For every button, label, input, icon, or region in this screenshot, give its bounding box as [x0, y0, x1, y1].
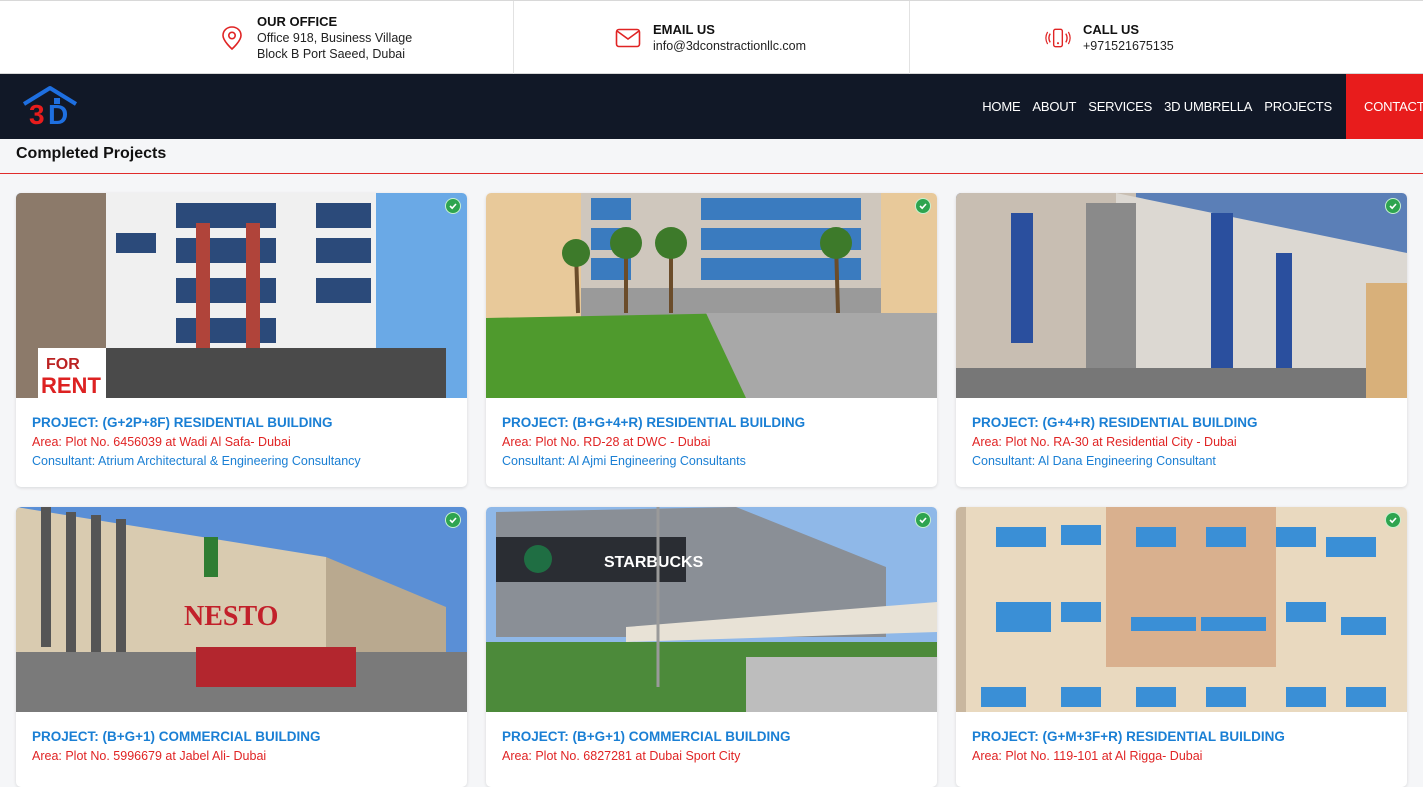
project-area: Area: Plot No. 6456039 at Wadi Al Safa- …: [32, 435, 291, 449]
project-photo: NESTO: [16, 507, 467, 712]
divider: [909, 1, 910, 75]
store-sign-text: NESTO: [184, 601, 278, 632]
location-pin-icon: [219, 25, 245, 51]
project-title: PROJECT: (B+G+1) COMMERCIAL BUILDING: [502, 729, 791, 744]
office-info: OUR OFFICE Office 918, Business Village …: [219, 1, 412, 75]
completed-check-icon: [445, 198, 461, 214]
project-card[interactable]: NESTO PROJECT: (B+G+1) COMMERCIAL BUILDI…: [16, 507, 467, 787]
completed-check-icon: [915, 512, 931, 528]
svg-text:3: 3: [29, 99, 45, 129]
project-area: Area: Plot No. 119-101 at Al Rigga- Duba…: [972, 749, 1203, 763]
store-sign-text: STARBUCKS: [604, 554, 704, 571]
project-area: Area: Plot No. RA-30 at Residential City…: [972, 435, 1237, 449]
project-area: Area: Plot No. 5996679 at Jabel Ali- Dub…: [32, 749, 267, 763]
call-info: CALL US +971521675135: [1045, 1, 1174, 75]
contact-info-bar: OUR OFFICE Office 918, Business Village …: [0, 0, 1423, 75]
email-info: EMAIL US info@3dconstractionllc.com: [615, 1, 806, 75]
project-consultant: Consultant: Al Ajmi Engineering Consulta…: [502, 454, 746, 468]
envelope-icon: [615, 25, 641, 51]
email-link[interactable]: info@3dconstractionllc.com: [653, 38, 806, 54]
call-title: CALL US: [1083, 22, 1140, 37]
project-card[interactable]: PROJECT: (B+G+4+R) RESIDENTIAL BUILDING …: [486, 193, 937, 487]
project-card[interactable]: STARBUCKS PROJECT: (B+G+1) COMMERCIAL BU…: [486, 507, 937, 787]
divider: [513, 1, 514, 75]
project-title: PROJECT: (B+G+4+R) RESIDENTIAL BUILDING: [502, 415, 806, 430]
project-area: Area: Plot No. 6827281 at Dubai Sport Ci…: [502, 749, 741, 763]
completed-check-icon: [915, 198, 931, 214]
email-title: EMAIL US: [653, 22, 715, 37]
project-card[interactable]: FOR RENT PROJECT: (G+2P+8F) RESIDENTIAL …: [16, 193, 467, 487]
office-address-line2: Block B Port Saeed, Dubai: [257, 47, 405, 61]
svg-text:RENT: RENT: [41, 373, 101, 398]
phone-ringing-icon: [1045, 25, 1071, 51]
page-title: Completed Projects: [16, 145, 167, 162]
main-navigation: 3 D HOME ABOUT SERVICES 3D UMBRELLA PROJ…: [0, 74, 1423, 139]
project-title: PROJECT: (G+M+3F+R) RESIDENTIAL BUILDING: [972, 729, 1285, 744]
project-photo: [956, 507, 1407, 712]
project-area: Area: Plot No. RD-28 at DWC - Dubai: [502, 435, 711, 449]
office-address-line1: Office 918, Business Village: [257, 31, 413, 45]
phone-link[interactable]: +971521675135: [1083, 38, 1174, 54]
project-title: PROJECT: (B+G+1) COMMERCIAL BUILDING: [32, 729, 321, 744]
project-consultant: Consultant: Atrium Architectural & Engin…: [32, 454, 361, 468]
project-photo: [486, 193, 937, 398]
project-photo: FOR RENT: [16, 193, 467, 398]
office-title: OUR OFFICE: [257, 14, 338, 29]
project-card[interactable]: PROJECT: (G+4+R) RESIDENTIAL BUILDING Ar…: [956, 193, 1407, 487]
project-title: PROJECT: (G+2P+8F) RESIDENTIAL BUILDING: [32, 415, 333, 430]
completed-check-icon: [1385, 198, 1401, 214]
completed-check-icon: [1385, 512, 1401, 528]
nav-contact-button[interactable]: CONTACT: [1346, 74, 1423, 139]
project-photo: [956, 193, 1407, 398]
svg-text:FOR: FOR: [46, 356, 80, 373]
nav-projects[interactable]: PROJECTS: [1264, 99, 1332, 114]
nav-services[interactable]: SERVICES: [1088, 99, 1152, 114]
completed-check-icon: [445, 512, 461, 528]
project-consultant: Consultant: Al Dana Engineering Consulta…: [972, 454, 1216, 468]
project-card[interactable]: PROJECT: (G+M+3F+R) RESIDENTIAL BUILDING…: [956, 507, 1407, 787]
nav-3d-umbrella[interactable]: 3D UMBRELLA: [1164, 99, 1252, 114]
project-title: PROJECT: (G+4+R) RESIDENTIAL BUILDING: [972, 415, 1258, 430]
nav-about[interactable]: ABOUT: [1032, 99, 1076, 114]
title-underline: [0, 173, 1423, 174]
nav-home[interactable]: HOME: [982, 99, 1020, 114]
company-logo[interactable]: 3 D: [20, 84, 80, 130]
project-photo: STARBUCKS: [486, 507, 937, 712]
